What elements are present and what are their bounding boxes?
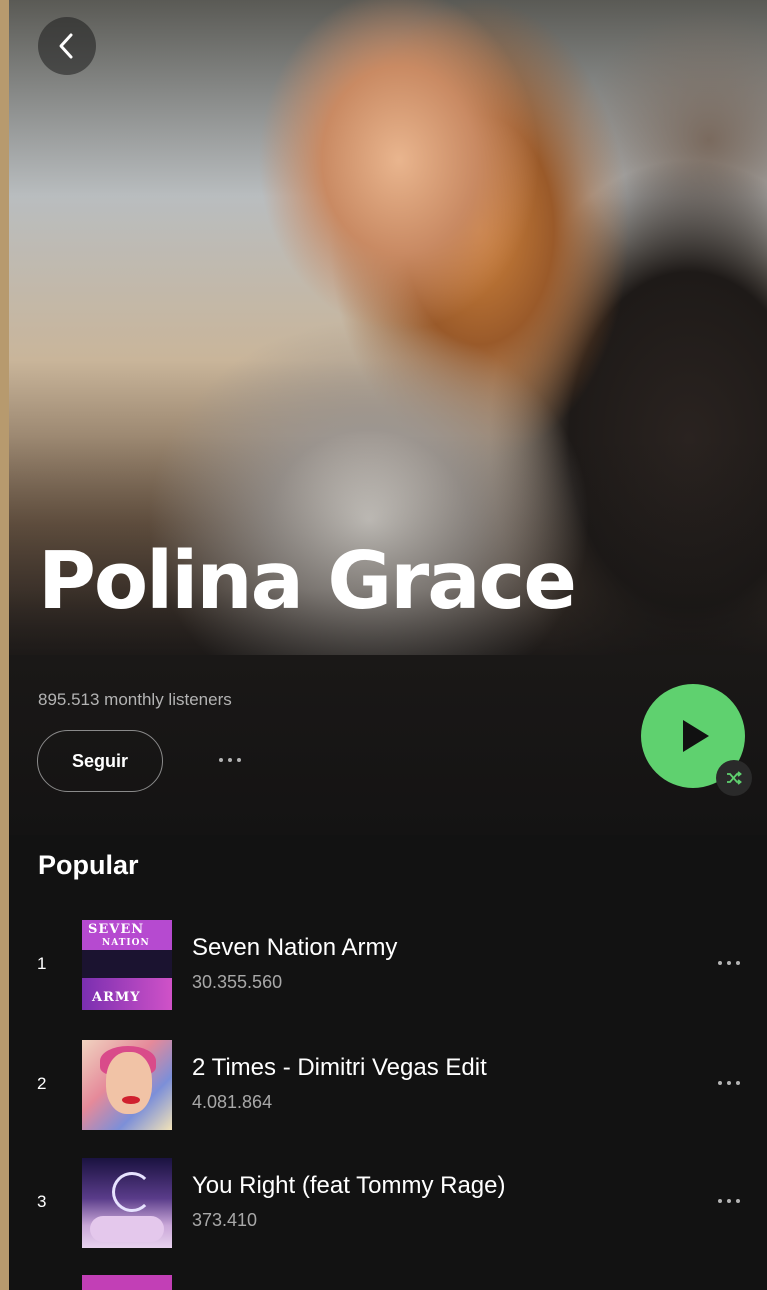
track-row[interactable]: 3 You Right (feat Tommy Rage) 373.410 — [9, 1158, 767, 1258]
cover-text: ARMY — [92, 990, 141, 1005]
more-horizontal-icon — [237, 758, 241, 762]
track-number: 1 — [37, 954, 47, 973]
next-track-cover-partial — [82, 1275, 172, 1290]
chevron-left-icon — [59, 33, 73, 59]
track-row[interactable]: 2 2 Times - Dimitri Vegas Edit 4.081.864 — [9, 1040, 767, 1140]
more-horizontal-icon — [736, 961, 740, 965]
track-more-button[interactable] — [709, 1186, 749, 1216]
monthly-listeners: 895.513 monthly listeners — [38, 690, 232, 709]
track-play-count: 4.081.864 — [192, 1092, 273, 1112]
track-title: You Right (feat Tommy Rage) — [192, 1172, 506, 1199]
more-horizontal-icon — [727, 1199, 731, 1203]
track-cover — [82, 1158, 172, 1248]
shuffle-icon — [727, 771, 742, 785]
track-more-button[interactable] — [709, 948, 749, 978]
track-row[interactable]: 1 SEVEN NATION ARMY Seven Nation Army 30… — [9, 920, 767, 1020]
play-icon — [683, 720, 709, 752]
artist-name: Polina Grace — [38, 535, 577, 627]
more-horizontal-icon — [736, 1199, 740, 1203]
more-horizontal-icon — [736, 1081, 740, 1085]
left-edge-strip — [0, 0, 9, 1290]
popular-section-title: Popular — [38, 850, 139, 880]
track-number: 3 — [37, 1192, 47, 1211]
more-horizontal-icon — [727, 961, 731, 965]
more-horizontal-icon — [718, 1199, 722, 1203]
track-cover — [82, 1040, 172, 1130]
track-title: Seven Nation Army — [192, 934, 398, 961]
track-play-count: 373.410 — [192, 1210, 258, 1230]
track-more-button[interactable] — [709, 1068, 749, 1098]
cover-text: SEVEN — [88, 922, 145, 937]
cover-text: NATION — [102, 938, 150, 948]
back-button[interactable] — [38, 17, 96, 75]
more-horizontal-icon — [228, 758, 232, 762]
track-cover: SEVEN NATION ARMY — [82, 920, 172, 1010]
track-play-count: 30.355.560 — [192, 972, 283, 992]
track-number: 2 — [37, 1074, 47, 1093]
follow-button[interactable]: Seguir — [37, 730, 163, 792]
shuffle-button[interactable] — [716, 760, 752, 796]
more-horizontal-icon — [727, 1081, 731, 1085]
track-title: 2 Times - Dimitri Vegas Edit — [192, 1054, 487, 1081]
more-horizontal-icon — [219, 758, 223, 762]
more-horizontal-icon — [718, 1081, 722, 1085]
artist-more-options-button[interactable] — [205, 745, 255, 775]
more-horizontal-icon — [718, 961, 722, 965]
